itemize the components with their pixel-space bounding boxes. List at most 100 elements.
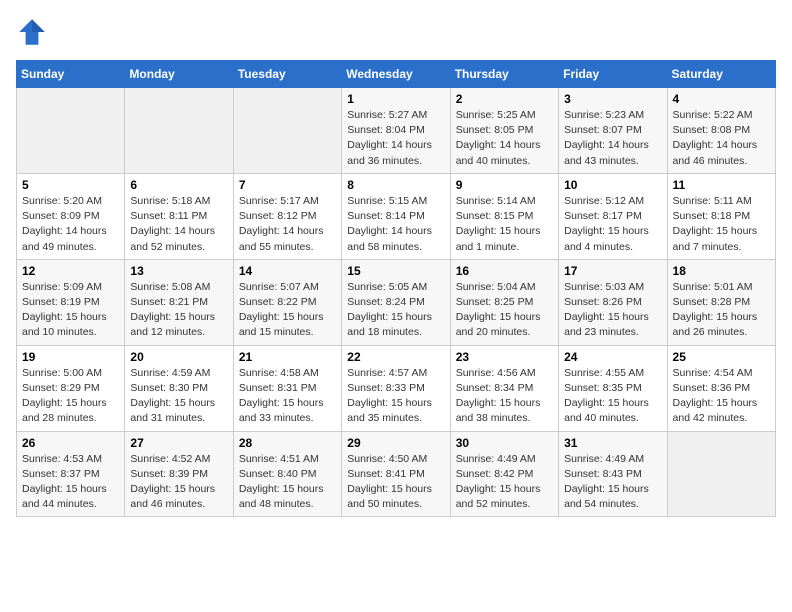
calendar-cell: 10 Sunrise: 5:12 AM Sunset: 8:17 PM Dayli… [559, 173, 667, 259]
day-number: 22 [347, 350, 444, 364]
calendar-week-row: 12 Sunrise: 5:09 AM Sunset: 8:19 PM Dayli… [17, 259, 776, 345]
calendar-cell: 4Sunrise: 5:22 AM Sunset: 8:08 PM Daylig… [667, 88, 775, 174]
day-info: Sunrise: 5:22 AM Sunset: 8:08 PM Dayligh… [673, 108, 770, 169]
calendar-cell: 24Sunrise: 4:55 AM Sunset: 8:35 PM Dayli… [559, 345, 667, 431]
logo [16, 16, 52, 48]
day-number: 12 [22, 264, 119, 278]
calendar-cell: 16 Sunrise: 5:04 AM Sunset: 8:25 PM Dayli… [450, 259, 558, 345]
day-info: Sunrise: 5:15 AM Sunset: 8:14 PM Dayligh… [347, 194, 444, 255]
day-number: 7 [239, 178, 336, 192]
day-number: 18 [673, 264, 770, 278]
calendar-cell: 14Sunrise: 5:07 AM Sunset: 8:22 PM Dayli… [233, 259, 341, 345]
day-info: Sunrise: 4:49 AM Sunset: 8:43 PM Dayligh… [564, 452, 661, 513]
calendar-cell: 31 Sunrise: 4:49 AM Sunset: 8:43 PM Dayli… [559, 431, 667, 517]
day-number: 5 [22, 178, 119, 192]
calendar-cell: 28 Sunrise: 4:51 AM Sunset: 8:40 PM Dayli… [233, 431, 341, 517]
day-number: 19 [22, 350, 119, 364]
calendar-cell: 22 Sunrise: 4:57 AM Sunset: 8:33 PM Dayli… [342, 345, 450, 431]
day-info: Sunrise: 5:09 AM Sunset: 8:19 PM Dayligh… [22, 280, 119, 341]
day-number: 1 [347, 92, 444, 106]
calendar-week-row: 1 Sunrise: 5:27 AM Sunset: 8:04 PM Daylig… [17, 88, 776, 174]
calendar-cell: 30Sunrise: 4:49 AM Sunset: 8:42 PM Dayli… [450, 431, 558, 517]
day-info: Sunrise: 4:51 AM Sunset: 8:40 PM Dayligh… [239, 452, 336, 513]
calendar-cell: 17 Sunrise: 5:03 AM Sunset: 8:26 PM Dayli… [559, 259, 667, 345]
day-info: Sunrise: 5:12 AM Sunset: 8:17 PM Dayligh… [564, 194, 661, 255]
calendar-cell: 13 Sunrise: 5:08 AM Sunset: 8:21 PM Dayli… [125, 259, 233, 345]
day-number: 27 [130, 436, 227, 450]
calendar-cell: 7 Sunrise: 5:17 AM Sunset: 8:12 PM Daylig… [233, 173, 341, 259]
day-number: 2 [456, 92, 553, 106]
weekday-header: Monday [125, 61, 233, 88]
calendar-cell: 29 Sunrise: 4:50 AM Sunset: 8:41 PM Dayli… [342, 431, 450, 517]
weekday-header: Wednesday [342, 61, 450, 88]
day-info: Sunrise: 5:11 AM Sunset: 8:18 PM Dayligh… [673, 194, 770, 255]
calendar-cell [233, 88, 341, 174]
day-info: Sunrise: 4:59 AM Sunset: 8:30 PM Dayligh… [130, 366, 227, 427]
calendar-cell: 2 Sunrise: 5:25 AM Sunset: 8:05 PM Daylig… [450, 88, 558, 174]
day-number: 8 [347, 178, 444, 192]
weekday-header: Friday [559, 61, 667, 88]
weekday-header: Tuesday [233, 61, 341, 88]
day-number: 11 [673, 178, 770, 192]
day-number: 21 [239, 350, 336, 364]
day-info: Sunrise: 5:01 AM Sunset: 8:28 PM Dayligh… [673, 280, 770, 341]
day-info: Sunrise: 5:04 AM Sunset: 8:25 PM Dayligh… [456, 280, 553, 341]
day-info: Sunrise: 5:08 AM Sunset: 8:21 PM Dayligh… [130, 280, 227, 341]
calendar-cell: 27Sunrise: 4:52 AM Sunset: 8:39 PM Dayli… [125, 431, 233, 517]
day-number: 29 [347, 436, 444, 450]
day-number: 6 [130, 178, 227, 192]
day-info: Sunrise: 4:56 AM Sunset: 8:34 PM Dayligh… [456, 366, 553, 427]
calendar-cell: 3Sunrise: 5:23 AM Sunset: 8:07 PM Daylig… [559, 88, 667, 174]
calendar-cell: 5Sunrise: 5:20 AM Sunset: 8:09 PM Daylig… [17, 173, 125, 259]
calendar-week-row: 19 Sunrise: 5:00 AM Sunset: 8:29 PM Dayli… [17, 345, 776, 431]
day-number: 23 [456, 350, 553, 364]
day-info: Sunrise: 5:00 AM Sunset: 8:29 PM Dayligh… [22, 366, 119, 427]
day-info: Sunrise: 5:27 AM Sunset: 8:04 PM Dayligh… [347, 108, 444, 169]
day-info: Sunrise: 5:14 AM Sunset: 8:15 PM Dayligh… [456, 194, 553, 255]
day-number: 3 [564, 92, 661, 106]
logo-icon [16, 16, 48, 48]
day-number: 26 [22, 436, 119, 450]
day-info: Sunrise: 5:25 AM Sunset: 8:05 PM Dayligh… [456, 108, 553, 169]
day-number: 16 [456, 264, 553, 278]
calendar-cell: 11 Sunrise: 5:11 AM Sunset: 8:18 PM Dayli… [667, 173, 775, 259]
calendar-cell [667, 431, 775, 517]
day-info: Sunrise: 4:53 AM Sunset: 8:37 PM Dayligh… [22, 452, 119, 513]
day-number: 14 [239, 264, 336, 278]
day-info: Sunrise: 4:57 AM Sunset: 8:33 PM Dayligh… [347, 366, 444, 427]
calendar-cell: 15Sunrise: 5:05 AM Sunset: 8:24 PM Dayli… [342, 259, 450, 345]
calendar-week-row: 26 Sunrise: 4:53 AM Sunset: 8:37 PM Dayli… [17, 431, 776, 517]
calendar-cell: 19 Sunrise: 5:00 AM Sunset: 8:29 PM Dayli… [17, 345, 125, 431]
day-number: 20 [130, 350, 227, 364]
day-number: 28 [239, 436, 336, 450]
day-number: 10 [564, 178, 661, 192]
calendar-cell [17, 88, 125, 174]
calendar-cell: 18 Sunrise: 5:01 AM Sunset: 8:28 PM Dayli… [667, 259, 775, 345]
weekday-header: Saturday [667, 61, 775, 88]
calendar-table: SundayMondayTuesdayWednesdayThursdayFrid… [16, 60, 776, 517]
day-number: 9 [456, 178, 553, 192]
day-info: Sunrise: 5:03 AM Sunset: 8:26 PM Dayligh… [564, 280, 661, 341]
day-number: 24 [564, 350, 661, 364]
day-info: Sunrise: 4:50 AM Sunset: 8:41 PM Dayligh… [347, 452, 444, 513]
day-number: 31 [564, 436, 661, 450]
day-info: Sunrise: 4:49 AM Sunset: 8:42 PM Dayligh… [456, 452, 553, 513]
day-info: Sunrise: 4:54 AM Sunset: 8:36 PM Dayligh… [673, 366, 770, 427]
calendar-cell: 26 Sunrise: 4:53 AM Sunset: 8:37 PM Dayli… [17, 431, 125, 517]
calendar-week-row: 5Sunrise: 5:20 AM Sunset: 8:09 PM Daylig… [17, 173, 776, 259]
calendar-cell: 25 Sunrise: 4:54 AM Sunset: 8:36 PM Dayli… [667, 345, 775, 431]
calendar-cell: 21Sunrise: 4:58 AM Sunset: 8:31 PM Dayli… [233, 345, 341, 431]
day-number: 15 [347, 264, 444, 278]
day-info: Sunrise: 5:18 AM Sunset: 8:11 PM Dayligh… [130, 194, 227, 255]
day-number: 25 [673, 350, 770, 364]
day-number: 17 [564, 264, 661, 278]
page-header [16, 16, 776, 48]
weekday-header: Sunday [17, 61, 125, 88]
calendar-cell: 23 Sunrise: 4:56 AM Sunset: 8:34 PM Dayli… [450, 345, 558, 431]
calendar-cell [125, 88, 233, 174]
day-number: 13 [130, 264, 227, 278]
calendar-cell: 20 Sunrise: 4:59 AM Sunset: 8:30 PM Dayli… [125, 345, 233, 431]
calendar-cell: 1 Sunrise: 5:27 AM Sunset: 8:04 PM Daylig… [342, 88, 450, 174]
day-info: Sunrise: 5:17 AM Sunset: 8:12 PM Dayligh… [239, 194, 336, 255]
calendar-cell: 9 Sunrise: 5:14 AM Sunset: 8:15 PM Daylig… [450, 173, 558, 259]
